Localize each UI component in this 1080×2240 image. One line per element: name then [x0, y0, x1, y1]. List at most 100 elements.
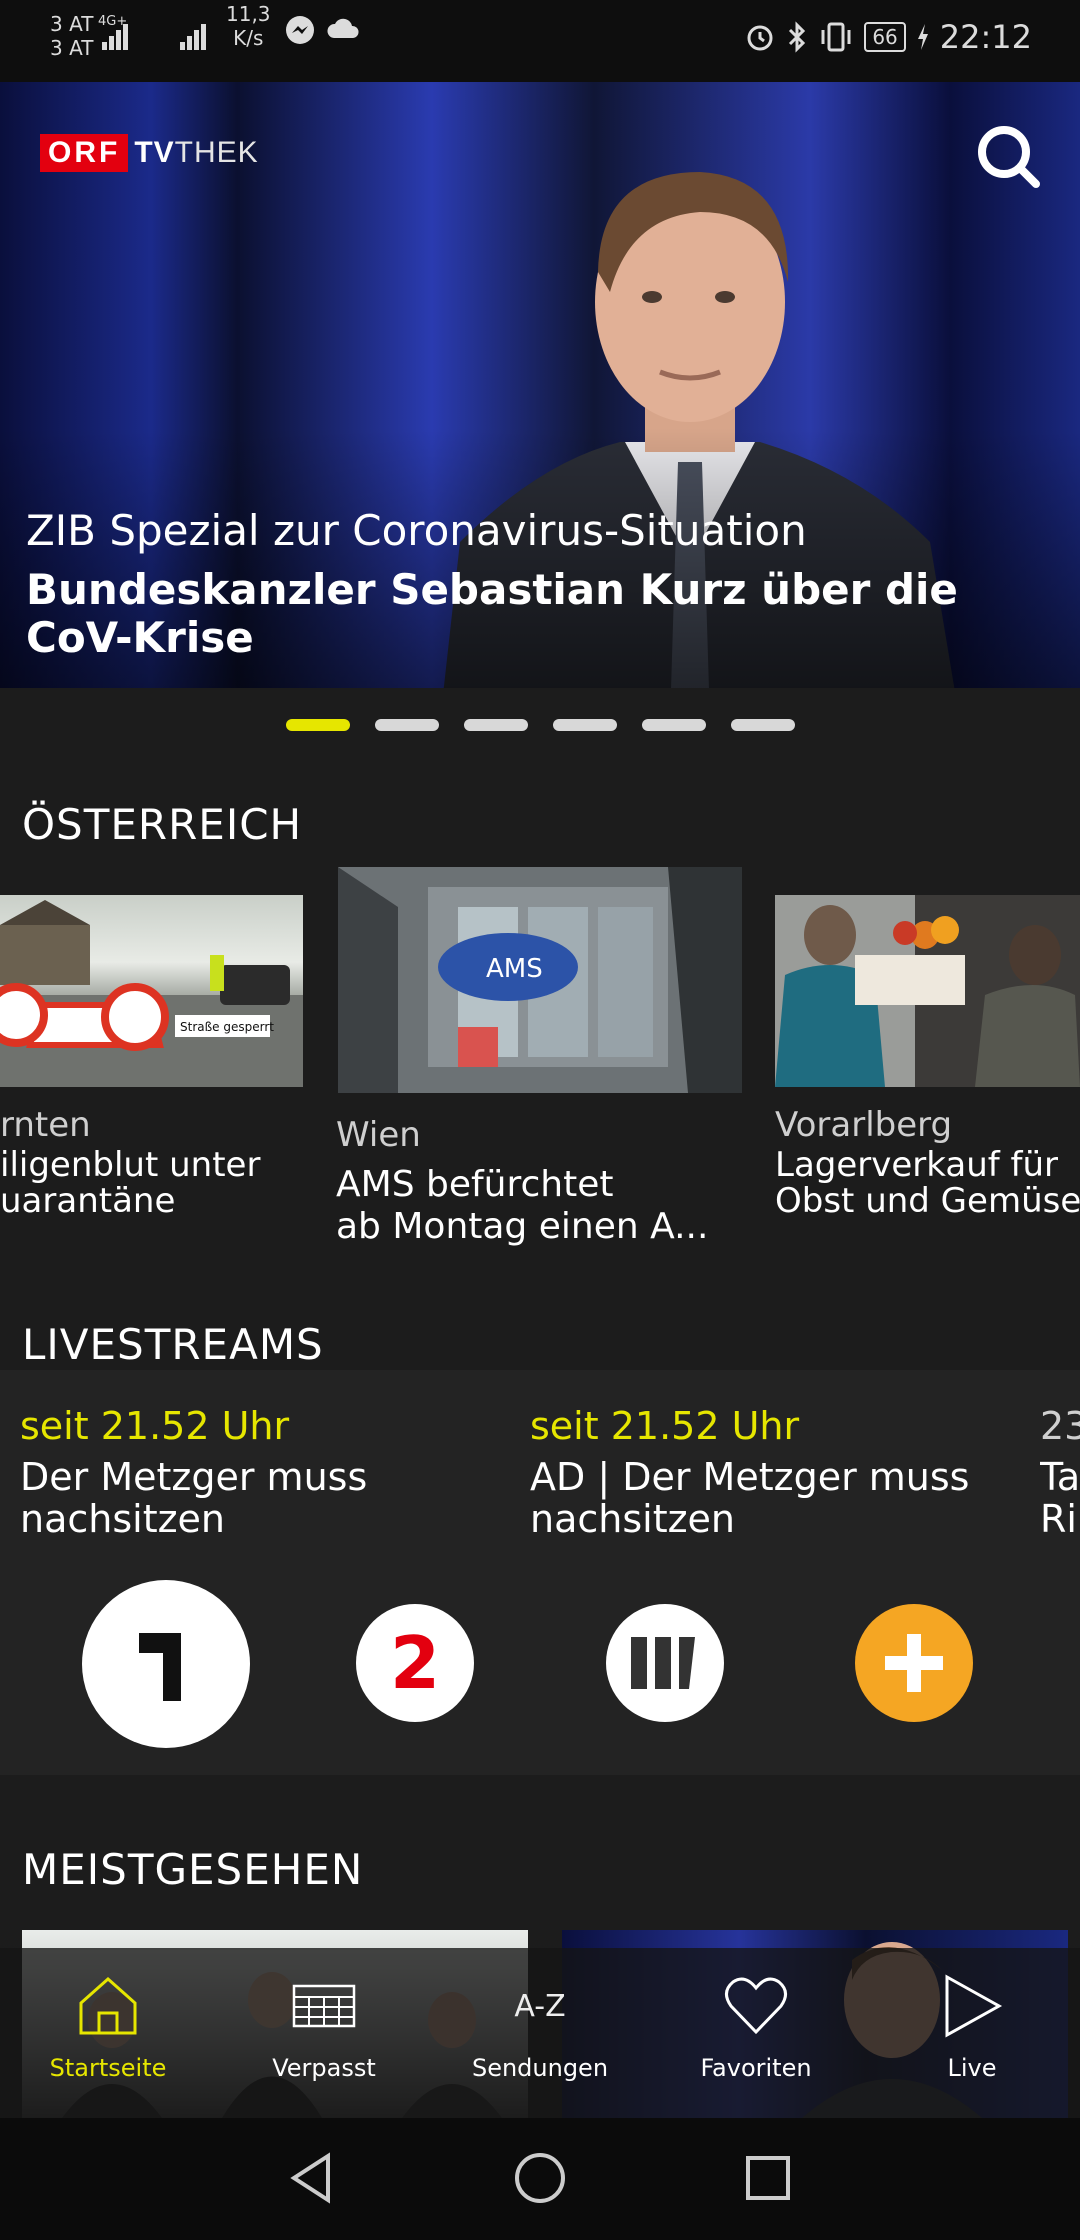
- livestreams-panel: seit 21.52 Uhr Der Metzger muss nachsitz…: [0, 1370, 1080, 1775]
- battery-indicator: 66: [864, 22, 906, 52]
- orf2-icon: 2: [390, 1626, 440, 1700]
- plus-icon: [885, 1634, 943, 1692]
- status-bar: 3 AT 3 AT 4G+ 11,3 K/s 66 22:12: [0, 0, 1080, 82]
- news-region: Vorarlberg: [775, 1105, 953, 1145]
- pager-dot[interactable]: [463, 719, 528, 731]
- nav-label: Live: [947, 2054, 997, 2082]
- nav-label: Verpasst: [272, 2054, 376, 2082]
- nav-verpasst[interactable]: Verpasst: [216, 1948, 432, 2118]
- section-title-meistgesehen: MEISTGESEHEN: [22, 1845, 364, 1894]
- news-region: rnten: [0, 1105, 91, 1145]
- livestream-show-line2: Ri: [1040, 1497, 1077, 1540]
- clock: 22:12: [939, 18, 1032, 56]
- livestream-item[interactable]: seit 21.52 Uhr Der Metzger muss nachsitz…: [20, 1404, 367, 1540]
- channel-orfplus-button[interactable]: [855, 1604, 973, 1722]
- messenger-icon: [284, 14, 316, 50]
- vibrate-icon: [821, 22, 851, 52]
- home-circle-icon: [515, 2153, 565, 2203]
- pager-dot[interactable]: [730, 719, 795, 731]
- news-thumbnail: AMS: [338, 867, 742, 1093]
- news-headline-line1: AMS befürchtet: [336, 1164, 614, 1205]
- orf1-icon: [139, 1633, 181, 1701]
- orf-tvthek-logo[interactable]: ORF TV THEK: [40, 134, 259, 172]
- nav-label: Favoriten: [700, 2054, 812, 2082]
- hero-title: Bundeskanzler Sebastian Kurz über die Co…: [26, 565, 958, 662]
- calendar-icon: [292, 1984, 356, 2028]
- livestream-show-line1: Der Metzger muss: [20, 1455, 368, 1499]
- livestream-show-line1: AD | Der Metzger muss: [530, 1455, 970, 1499]
- channel-orf1-button[interactable]: [82, 1580, 250, 1748]
- news-region: Wien: [336, 1115, 421, 1155]
- back-icon: [290, 2152, 330, 2204]
- news-headline-line2: uarantäne: [0, 1181, 176, 1221]
- sign-text: AMS: [486, 954, 543, 984]
- pager-dot[interactable]: [641, 719, 706, 731]
- news-headline-line2: ab Montag einen A...: [336, 1206, 709, 1247]
- news-headline-line1: iligenblut unter: [0, 1145, 261, 1185]
- svg-text:2: 2: [390, 1626, 440, 1700]
- pager-dot[interactable]: [552, 719, 617, 731]
- signal-icon: 4G+: [88, 14, 134, 56]
- system-navigation-bar: [0, 2118, 1080, 2240]
- channel-orf3-button[interactable]: [606, 1604, 724, 1722]
- pager-dot-active[interactable]: [285, 719, 350, 731]
- livestream-show-line2: nachsitzen: [20, 1497, 226, 1541]
- heart-icon: [725, 1977, 787, 2035]
- recents-button[interactable]: [740, 2150, 796, 2210]
- nav-live[interactable]: Live: [864, 1948, 1080, 2118]
- search-icon: [978, 126, 1040, 188]
- carrier-info: 3 AT 3 AT: [50, 12, 93, 60]
- section-title-oesterreich: ÖSTERREICH: [22, 800, 303, 849]
- logo-orf: ORF: [40, 134, 129, 172]
- news-thumbnail: Straße gesperrt: [0, 895, 303, 1087]
- logo-thek: THEK: [174, 136, 259, 169]
- nav-label: Startseite: [49, 2054, 167, 2082]
- status-right: 66 22:12: [744, 18, 1032, 56]
- hero-kicker: ZIB Spezial zur Coronavirus-Situation: [26, 506, 807, 555]
- a-z-icon: A-Z: [514, 1988, 566, 2024]
- news-thumbnail: [775, 895, 1080, 1087]
- back-button[interactable]: [284, 2150, 340, 2210]
- news-card[interactable]: Straße gesperrt rnten iligenblut unter u…: [0, 895, 305, 1235]
- bluetooth-icon: [789, 21, 806, 53]
- speed-unit: K/s: [233, 26, 264, 50]
- carrier-1: 3 AT: [50, 12, 94, 36]
- livestream-time: seit 21.52 Uhr: [530, 1404, 800, 1448]
- section-title-livestreams: LIVESTREAMS: [22, 1320, 324, 1369]
- news-headline-line2: Obst und Gemüse: [775, 1181, 1080, 1221]
- pager-dot[interactable]: [374, 719, 439, 731]
- search-button[interactable]: [970, 118, 1050, 198]
- livestream-show-line1: Ta: [1040, 1455, 1080, 1499]
- cloud-icon: [326, 16, 360, 46]
- nav-favoriten[interactable]: Favoriten: [648, 1948, 864, 2118]
- livestream-item[interactable]: 23 Ta Ri: [1040, 1404, 1080, 1540]
- alarm-icon: [747, 25, 773, 51]
- livestream-show-line2: nachsitzen: [530, 1497, 736, 1541]
- recents-icon: [746, 2156, 790, 2200]
- livestream-time: seit 21.52 Uhr: [20, 1404, 290, 1448]
- news-card[interactable]: Vorarlberg Lagerverkauf für Obst und Gem…: [775, 895, 1080, 1235]
- speed-value: 11,3: [226, 2, 271, 26]
- carrier-2: 3 AT: [50, 36, 94, 60]
- hero-banner[interactable]: ORF TV THEK ZIB Spezial zur Coronavirus-…: [0, 82, 1080, 688]
- livestream-time: 23: [1040, 1404, 1080, 1448]
- carousel-pager[interactable]: [0, 719, 1080, 731]
- charging-icon: [917, 24, 928, 50]
- network-speed: 11,3 K/s: [226, 2, 271, 50]
- channel-orf2-button[interactable]: 2: [356, 1604, 474, 1722]
- nav-label: Sendungen: [471, 2054, 609, 2082]
- network-type: 4G+: [98, 14, 128, 29]
- nav-sendungen[interactable]: A-Z Sendungen: [432, 1948, 648, 2118]
- play-icon: [945, 1974, 1003, 2038]
- signal-2-icon: [178, 18, 214, 56]
- home-icon: [79, 1976, 137, 2035]
- bottom-navigation: Startseite Verpasst A-Z Sendungen Favori…: [0, 1948, 1080, 2118]
- news-card[interactable]: AMS Wien AMS befürchtet ab Montag einen …: [336, 865, 744, 1265]
- livestream-item[interactable]: seit 21.52 Uhr AD | Der Metzger muss nac…: [530, 1404, 969, 1540]
- home-button[interactable]: [512, 2150, 568, 2210]
- sign-text: Straße gesperrt: [180, 1020, 274, 1034]
- logo-tv: TV: [134, 136, 175, 169]
- nav-startseite[interactable]: Startseite: [0, 1948, 216, 2118]
- news-headline-line1: Lagerverkauf für: [775, 1145, 1059, 1185]
- orf3-icon: [631, 1637, 695, 1689]
